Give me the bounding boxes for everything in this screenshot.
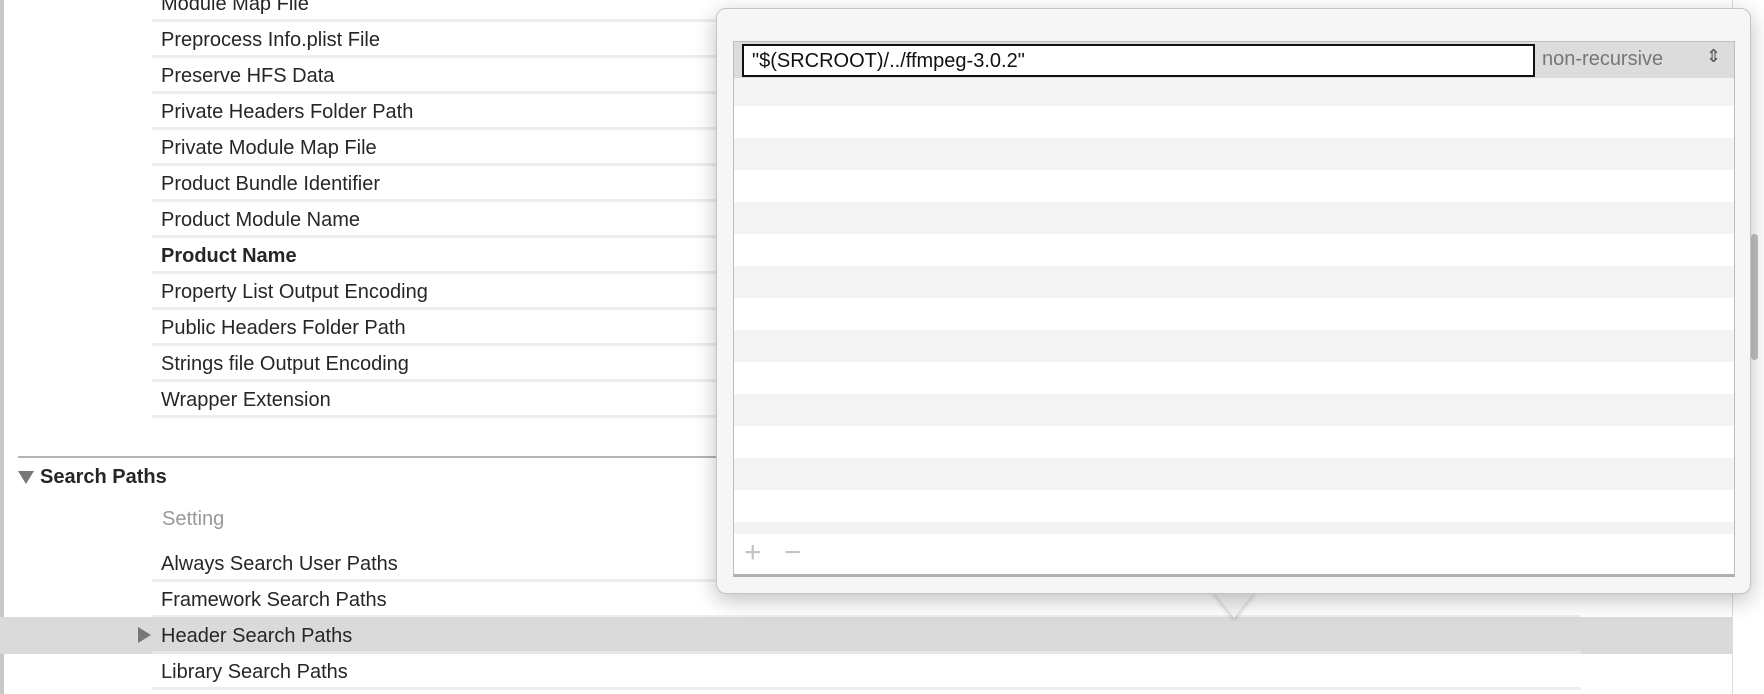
setting-label: Wrapper Extension xyxy=(161,389,331,411)
setting-label: Private Module Map File xyxy=(161,137,377,159)
disclosure-triangle-down-icon[interactable] xyxy=(18,471,34,485)
setting-label: Preprocess Info.plist File xyxy=(161,29,380,51)
setting-label: Always Search User Paths xyxy=(161,553,398,575)
disclosure-triangle-right-icon[interactable] xyxy=(138,627,151,643)
setting-label: Library Search Paths xyxy=(161,661,348,683)
setting-label: Strings file Output Encoding xyxy=(161,353,409,375)
setting-label: Product Name xyxy=(161,245,297,267)
header-search-paths-popover: "$(SRCROOT)/../ffmpeg-3.0.2" non-recursi… xyxy=(716,8,1751,594)
paths-table: "$(SRCROOT)/../ffmpeg-3.0.2" non-recursi… xyxy=(733,41,1735,577)
section-title: Search Paths xyxy=(40,466,167,488)
column-header-setting[interactable]: Setting xyxy=(162,508,224,531)
setting-label: Header Search Paths xyxy=(161,625,353,647)
section-header-search-paths[interactable]: Search Paths xyxy=(18,466,167,489)
setting-row[interactable]: Library Search Paths xyxy=(152,654,1581,690)
table-footer: + − xyxy=(734,534,1734,574)
setting-label: Public Headers Folder Path xyxy=(161,317,406,339)
remove-path-button[interactable]: − xyxy=(784,536,802,570)
setting-label: Framework Search Paths xyxy=(161,589,387,611)
chevron-up-down-icon[interactable]: ⇕ xyxy=(1706,46,1721,67)
setting-label: Module Map File xyxy=(161,0,309,15)
setting-label: Product Bundle Identifier xyxy=(161,173,381,195)
scrollbar-thumb[interactable] xyxy=(1751,234,1758,360)
recursion-select[interactable]: non-recursive xyxy=(1542,48,1663,71)
path-input[interactable]: "$(SRCROOT)/../ffmpeg-3.0.2" xyxy=(742,44,1535,77)
left-border xyxy=(0,0,4,694)
setting-label: Product Module Name xyxy=(161,209,360,231)
setting-row-selected[interactable]: Header Search Paths xyxy=(152,618,1581,654)
add-path-button[interactable]: + xyxy=(744,536,762,570)
setting-label: Preserve HFS Data xyxy=(161,65,335,87)
setting-label: Property List Output Encoding xyxy=(161,281,428,303)
path-row[interactable]: "$(SRCROOT)/../ffmpeg-3.0.2" non-recursi… xyxy=(734,42,1734,78)
popover-arrow xyxy=(1212,590,1256,618)
setting-label: Private Headers Folder Path xyxy=(161,101,414,123)
